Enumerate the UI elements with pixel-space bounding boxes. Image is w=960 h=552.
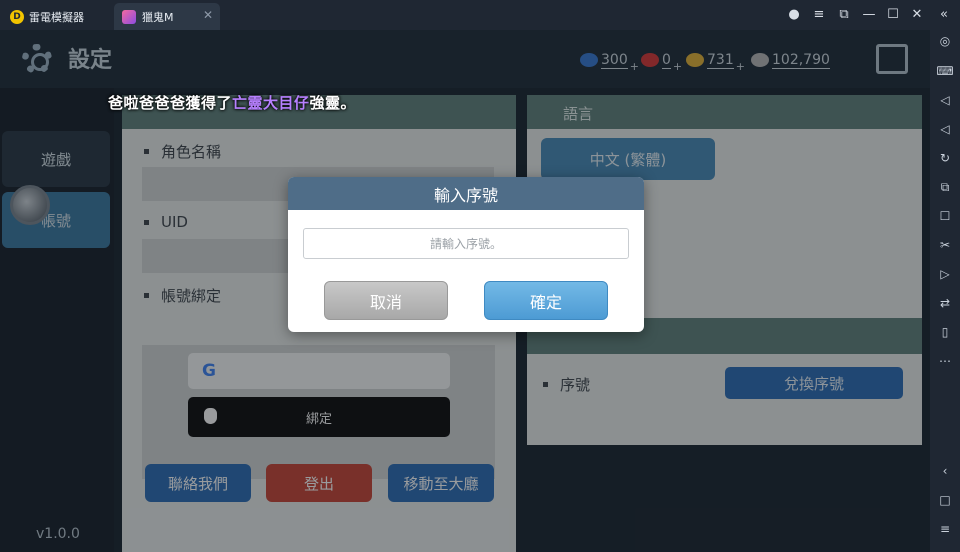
tab-game[interactable]: 獵鬼M ✕ bbox=[114, 3, 220, 30]
confirm-button[interactable]: 確定 bbox=[484, 281, 608, 320]
emulator-toolbar: ◎ ⌨ ◁ ◁ ↻ ⧉ ☐ ✂ ▷ ⇄ ▯ ⋯ ‹ □ ≡ bbox=[930, 30, 960, 552]
serial-input[interactable] bbox=[303, 228, 629, 259]
scissors-icon[interactable]: ✂ bbox=[937, 237, 953, 253]
toast-prefix: 爸啦爸爸爸獲得了 bbox=[108, 94, 233, 112]
robot-icon[interactable]: ☐ bbox=[937, 208, 953, 224]
volume-up-icon[interactable]: ◁ bbox=[937, 92, 953, 108]
tab-label: 獵鬼M bbox=[142, 10, 174, 24]
settings-icon[interactable]: ◎ bbox=[937, 33, 953, 49]
cancel-button[interactable]: 取消 bbox=[324, 281, 448, 320]
volume-down-icon[interactable]: ◁ bbox=[937, 121, 953, 137]
maximize-icon[interactable]: ☐ bbox=[885, 6, 901, 22]
record-icon[interactable]: ▷ bbox=[937, 266, 953, 282]
emulator-window: D 雷電模擬器 獵鬼M ✕ ● ≡ ⧉ — ☐ ✕ « ◎ ⌨ ◁ ◁ ↻ ⧉ … bbox=[0, 0, 960, 552]
recents-icon[interactable]: ≡ bbox=[937, 521, 953, 537]
multi-instance-icon[interactable]: ⧉ bbox=[937, 179, 953, 195]
toast-highlight: 亡靈大目仔 bbox=[232, 94, 310, 112]
tab-emulator-home[interactable]: D 雷電模擬器 bbox=[2, 3, 110, 30]
toast-suffix: 強靈。 bbox=[309, 94, 357, 112]
sync-icon[interactable]: ⇄ bbox=[937, 295, 953, 311]
tab-label: 雷電模擬器 bbox=[29, 10, 84, 24]
more-icon[interactable]: ⋯ bbox=[937, 353, 953, 369]
account-icon[interactable]: ● bbox=[786, 6, 802, 22]
minimize-icon[interactable]: — bbox=[861, 6, 877, 22]
close-icon[interactable]: ✕ bbox=[909, 6, 925, 22]
collapse-sidebar-icon[interactable]: « bbox=[936, 6, 952, 22]
emulator-titlebar: D 雷電模擬器 獵鬼M ✕ ● ≡ ⧉ — ☐ ✕ « bbox=[0, 0, 960, 30]
shake-icon[interactable]: ▯ bbox=[937, 324, 953, 340]
game-app-icon bbox=[122, 9, 136, 24]
reward-toast: 爸啦爸爸爸獲得了亡靈大目仔強靈。 bbox=[108, 92, 356, 113]
serial-input-dialog: 輸入序號 取消 確定 bbox=[288, 177, 644, 332]
tab-close-icon[interactable]: ✕ bbox=[203, 8, 213, 22]
multi-window-icon[interactable]: ⧉ bbox=[836, 6, 852, 22]
dialog-title: 輸入序號 bbox=[288, 177, 644, 210]
menu-icon[interactable]: ≡ bbox=[811, 6, 827, 22]
home-icon[interactable]: □ bbox=[937, 492, 953, 508]
back-icon[interactable]: ‹ bbox=[937, 463, 953, 479]
rotate-icon[interactable]: ↻ bbox=[937, 150, 953, 166]
emulator-logo-icon: D bbox=[10, 9, 24, 24]
keyboard-icon[interactable]: ⌨ bbox=[936, 63, 953, 79]
